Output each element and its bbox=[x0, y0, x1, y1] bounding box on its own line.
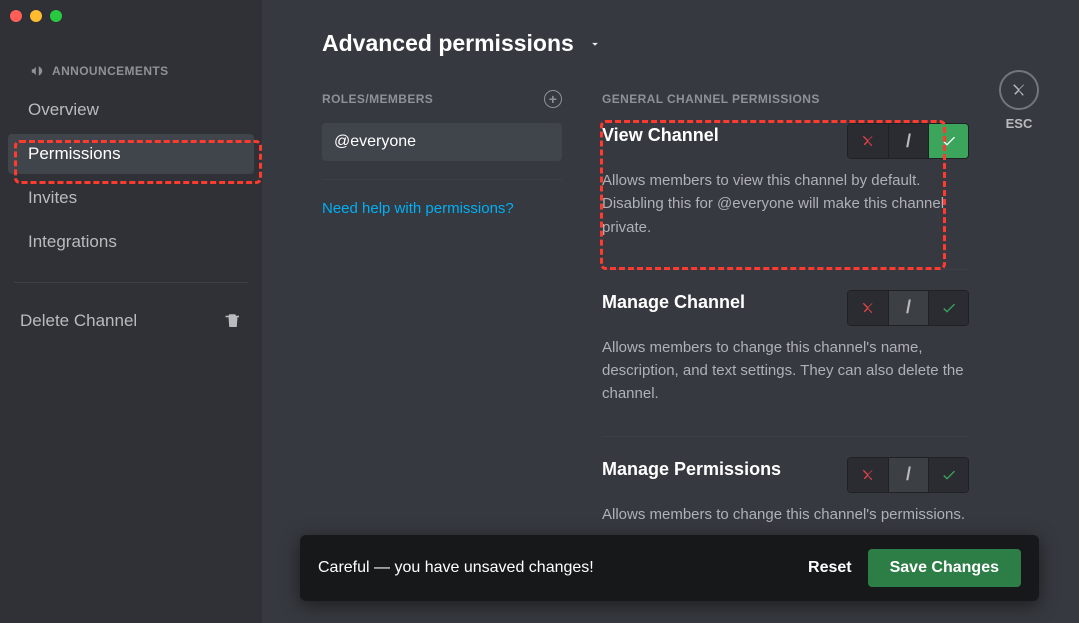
unsaved-message: Careful — you have unsaved changes! bbox=[318, 559, 792, 577]
perm-allow-button[interactable] bbox=[928, 291, 968, 325]
slash-icon: / bbox=[906, 464, 911, 485]
settings-sidebar: ANNOUNCEMENTS Overview Permissions Invit… bbox=[0, 0, 262, 623]
close-icon bbox=[1010, 81, 1028, 99]
perm-title: View Channel bbox=[602, 123, 719, 147]
roles-divider bbox=[322, 179, 562, 180]
perm-toggle-view-channel: / bbox=[847, 123, 969, 159]
sidebar-item-overview[interactable]: Overview bbox=[8, 90, 254, 130]
check-icon bbox=[941, 133, 957, 149]
perm-deny-button[interactable] bbox=[848, 291, 888, 325]
perm-view-channel: View Channel / Allows members to view th… bbox=[602, 123, 969, 270]
sidebar-item-permissions[interactable]: Permissions bbox=[8, 134, 254, 174]
page-title: Advanced permissions bbox=[322, 30, 969, 57]
add-role-button[interactable]: + bbox=[544, 90, 562, 108]
roles-heading-row: ROLES/MEMBERS + bbox=[322, 89, 562, 109]
perm-title: Manage Permissions bbox=[602, 457, 781, 481]
delete-channel-label: Delete Channel bbox=[20, 311, 137, 331]
save-changes-button[interactable]: Save Changes bbox=[868, 549, 1021, 587]
sidebar-section-label: ANNOUNCEMENTS bbox=[52, 64, 169, 78]
close-settings-button[interactable]: ESC bbox=[999, 70, 1039, 131]
perm-title: Manage Channel bbox=[602, 290, 745, 314]
sidebar-item-integrations[interactable]: Integrations bbox=[8, 222, 254, 262]
megaphone-icon bbox=[30, 64, 44, 78]
perm-deny-button[interactable] bbox=[848, 458, 888, 492]
perm-allow-button[interactable] bbox=[928, 458, 968, 492]
sidebar-item-invites[interactable]: Invites bbox=[8, 178, 254, 218]
esc-label: ESC bbox=[999, 116, 1039, 131]
permissions-help-link[interactable]: Need help with permissions? bbox=[322, 200, 562, 217]
page-title-text: Advanced permissions bbox=[322, 30, 574, 57]
perm-divider bbox=[602, 436, 969, 437]
perm-toggle-manage-permissions: / bbox=[847, 457, 969, 493]
perm-manage-permissions: Manage Permissions / Allows members to c… bbox=[602, 457, 969, 526]
roles-heading: ROLES/MEMBERS bbox=[322, 92, 433, 106]
perm-neutral-button[interactable]: / bbox=[888, 458, 928, 492]
unsaved-changes-bar: Careful — you have unsaved changes! Rese… bbox=[300, 535, 1039, 601]
permissions-heading-row: GENERAL CHANNEL PERMISSIONS bbox=[602, 89, 969, 109]
x-icon bbox=[860, 133, 876, 149]
permissions-column: GENERAL CHANNEL PERMISSIONS View Channel… bbox=[602, 89, 969, 546]
window-traffic-lights bbox=[10, 10, 62, 22]
x-icon bbox=[860, 467, 876, 483]
perm-toggle-manage-channel: / bbox=[847, 290, 969, 326]
role-everyone[interactable]: @everyone bbox=[322, 123, 562, 161]
x-icon bbox=[860, 300, 876, 316]
check-icon bbox=[941, 300, 957, 316]
window-maximize-icon[interactable] bbox=[50, 10, 62, 22]
sidebar-divider bbox=[14, 282, 248, 283]
perm-manage-channel: Manage Channel / Allows members to chang… bbox=[602, 290, 969, 437]
slash-icon: / bbox=[906, 297, 911, 318]
perm-desc: Allows members to change this channel's … bbox=[602, 503, 969, 526]
window-minimize-icon[interactable] bbox=[30, 10, 42, 22]
perm-divider bbox=[602, 269, 969, 270]
chevron-down-icon[interactable] bbox=[588, 37, 602, 51]
window-close-icon[interactable] bbox=[10, 10, 22, 22]
perm-deny-button[interactable] bbox=[848, 124, 888, 158]
delete-channel-button[interactable]: Delete Channel bbox=[0, 301, 262, 341]
perm-desc: Allows members to view this channel by d… bbox=[602, 169, 969, 239]
perm-neutral-button[interactable]: / bbox=[888, 124, 928, 158]
check-icon bbox=[941, 467, 957, 483]
perm-neutral-button[interactable]: / bbox=[888, 291, 928, 325]
roles-column: ROLES/MEMBERS + @everyone Need help with… bbox=[322, 89, 562, 546]
main-content: ESC Advanced permissions ROLES/MEMBERS +… bbox=[262, 0, 1079, 623]
sidebar-section-header: ANNOUNCEMENTS bbox=[0, 64, 262, 88]
slash-icon: / bbox=[906, 131, 911, 152]
trash-icon bbox=[224, 312, 242, 330]
perm-allow-button[interactable] bbox=[928, 124, 968, 158]
permissions-heading: GENERAL CHANNEL PERMISSIONS bbox=[602, 92, 820, 106]
reset-button[interactable]: Reset bbox=[792, 551, 868, 585]
perm-desc: Allows members to change this channel's … bbox=[602, 336, 969, 406]
